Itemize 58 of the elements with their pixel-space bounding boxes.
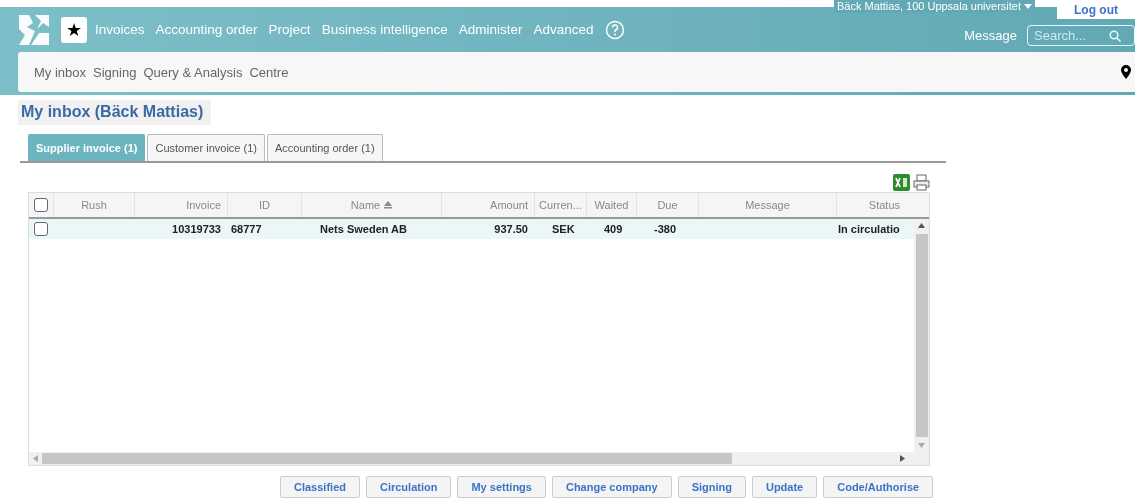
horizontal-scrollbar[interactable] xyxy=(29,452,929,465)
action-button[interactable]: Classified xyxy=(280,476,360,498)
table-cell: -380 xyxy=(654,223,677,235)
subnav-item[interactable]: My inbox xyxy=(34,64,87,80)
table-cell: 10319733 xyxy=(172,223,221,235)
subnav-item[interactable]: Query & Analysis xyxy=(143,64,243,80)
table-cell: 68777 xyxy=(231,223,262,235)
scroll-right-icon[interactable] xyxy=(900,455,905,462)
subnav-item[interactable]: Signing xyxy=(93,64,137,80)
nav-menu-item[interactable]: Business intelligence xyxy=(321,22,448,37)
table-cell: 409 xyxy=(604,223,623,235)
action-button[interactable]: Code/Authorise xyxy=(823,476,934,498)
vertical-scrollbar[interactable] xyxy=(914,219,929,452)
nav-menu-item[interactable]: Advanced xyxy=(533,22,594,37)
table-cell: Nets Sweden AB xyxy=(320,223,407,235)
scroll-up-icon[interactable] xyxy=(918,223,925,228)
help-icon[interactable] xyxy=(604,19,625,40)
spreadsheet-export-icon[interactable] xyxy=(893,174,910,191)
column-header[interactable]: Amount xyxy=(441,193,534,217)
page-title: My inbox (Bäck Mattias) xyxy=(18,100,212,125)
caret-icon xyxy=(1024,4,1032,9)
nav-menu-item[interactable]: Administer xyxy=(458,22,523,37)
column-header[interactable]: Curren... xyxy=(534,193,586,217)
table-cell: SEK xyxy=(552,223,575,235)
scroll-left-icon[interactable] xyxy=(33,455,38,462)
tab[interactable]: Customer invoice (1) xyxy=(147,134,265,161)
favorites-button[interactable]: ★ xyxy=(61,16,87,43)
row-checkbox[interactable] xyxy=(34,222,48,236)
column-header[interactable]: Due xyxy=(636,193,698,217)
column-header[interactable]: Invoice xyxy=(134,193,227,217)
action-button[interactable]: Update xyxy=(751,476,818,498)
column-header[interactable]: ID xyxy=(227,193,301,217)
search-field[interactable]: Search... xyxy=(1027,25,1135,46)
map-pin-icon[interactable] xyxy=(1121,65,1131,79)
column-header[interactable]: Message xyxy=(698,193,836,217)
column-header[interactable]: Rush xyxy=(53,193,134,217)
column-header[interactable]: Status xyxy=(836,193,906,217)
nav-menu-item[interactable]: Project xyxy=(268,22,311,37)
search-input[interactable]: Search... xyxy=(1034,28,1109,43)
tab[interactable]: Supplier invoice (1) xyxy=(28,134,146,161)
print-icon[interactable] xyxy=(913,174,930,191)
column-header[interactable]: Waited xyxy=(586,193,636,217)
column-header[interactable]: Name xyxy=(301,193,441,217)
select-all-checkbox[interactable] xyxy=(34,198,48,212)
nav-menu-item[interactable]: Invoices xyxy=(95,22,145,37)
scroll-down-icon[interactable] xyxy=(918,443,925,448)
action-button[interactable]: My settings xyxy=(457,476,546,498)
action-button[interactable]: Change company xyxy=(551,476,672,498)
tab[interactable]: Accounting order (1) xyxy=(266,134,383,161)
action-button[interactable]: Signing xyxy=(677,476,746,498)
action-button[interactable]: Circulation xyxy=(365,476,452,498)
table-cell: 937.50 xyxy=(494,223,528,235)
table-cell: In circulatio xyxy=(838,223,900,235)
nav-menu-item[interactable]: Accounting order xyxy=(155,22,258,37)
message-link[interactable]: Message xyxy=(964,28,1017,43)
logo-icon[interactable] xyxy=(17,12,51,47)
subnav-item[interactable]: Centre xyxy=(249,64,289,80)
search-icon[interactable] xyxy=(1109,29,1121,42)
